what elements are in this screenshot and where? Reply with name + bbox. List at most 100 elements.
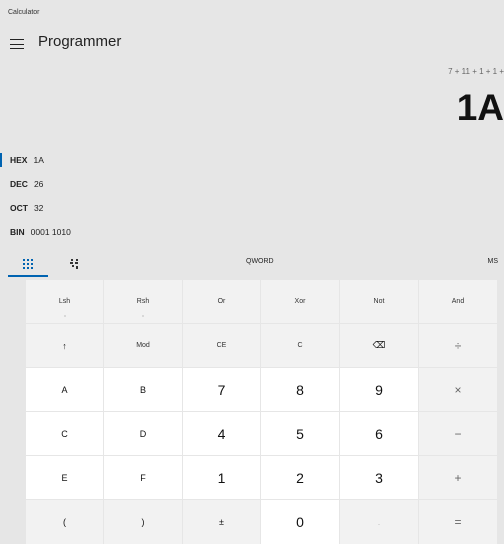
divide-icon: ÷ <box>454 338 462 353</box>
hex-e-button[interactable]: E <box>26 456 103 499</box>
key-label: ( <box>63 517 66 527</box>
key-label: . <box>377 517 381 527</box>
plus-minus-icon: ± <box>219 517 224 527</box>
subtract-button[interactable]: − <box>419 412 497 455</box>
mod-button[interactable]: Mod <box>104 324 182 367</box>
hex-d-button[interactable]: D <box>104 412 182 455</box>
word-size-button[interactable]: QWORD <box>246 258 274 265</box>
digit-8-button[interactable]: 8 <box>261 368 339 411</box>
radix-value: 32 <box>33 203 44 213</box>
rsh-button[interactable]: Rsh <box>104 280 182 323</box>
key-label: D <box>139 428 147 439</box>
key-label: 1 <box>217 469 226 486</box>
mode-title: Programmer <box>38 33 122 50</box>
xor-button[interactable]: Xor <box>261 280 339 323</box>
and-button[interactable]: And <box>419 280 497 323</box>
radix-label: OCT <box>10 203 28 213</box>
menu-icon[interactable] <box>10 38 24 50</box>
key-label: Rsh <box>136 298 150 305</box>
equals-icon: = <box>454 515 462 529</box>
radix-label: BIN <box>10 227 25 237</box>
active-tab-underline <box>8 275 48 277</box>
key-label: 9 <box>375 381 383 398</box>
key-label: B <box>139 384 146 395</box>
bit-toggle-tab[interactable] <box>65 252 85 276</box>
key-indicator <box>142 315 144 317</box>
negate-button[interactable]: ± <box>183 500 260 544</box>
key-label: 5 <box>296 425 304 442</box>
divide-button[interactable]: ÷ <box>419 324 497 367</box>
key-label: 4 <box>217 425 226 442</box>
bit-toggle-icon <box>70 259 78 269</box>
not-button[interactable]: Not <box>340 280 418 323</box>
hex-a-button[interactable]: A <box>26 368 103 411</box>
backspace-icon: ⌫ <box>372 340 386 350</box>
keypad: Lsh Rsh Or Xor Not And ↑ Mod CE C ⌫ ÷ A … <box>26 280 504 544</box>
key-label: And <box>451 298 465 305</box>
key-label: 3 <box>375 469 383 486</box>
radix-value: 0001 1010 <box>30 227 71 237</box>
key-label: E <box>61 472 68 483</box>
key-label: F <box>140 472 146 483</box>
key-label: 7 <box>217 381 226 398</box>
key-label: A <box>61 384 68 395</box>
key-label: C <box>297 342 303 349</box>
key-label: Or <box>217 298 226 305</box>
digit-6-button[interactable]: 6 <box>340 412 418 455</box>
open-paren-button[interactable]: ( <box>26 500 103 544</box>
digit-5-button[interactable]: 5 <box>261 412 339 455</box>
keypad-grid-icon <box>23 259 33 269</box>
clear-button[interactable]: C <box>261 324 339 367</box>
key-label: 0 <box>296 514 304 530</box>
radix-oct[interactable]: OCT 32 <box>0 198 200 218</box>
or-button[interactable]: Or <box>183 280 260 323</box>
key-label: Xor <box>294 298 306 305</box>
key-label: 8 <box>296 381 304 398</box>
close-paren-button[interactable]: ) <box>104 500 182 544</box>
key-label: CE <box>216 342 227 349</box>
digit-0-button[interactable]: 0 <box>261 500 339 544</box>
plus-icon: + <box>454 470 462 485</box>
key-label: C <box>61 428 68 439</box>
memory-store-button[interactable]: MS <box>488 258 499 265</box>
key-label: Mod <box>136 342 150 349</box>
digit-9-button[interactable]: 9 <box>340 368 418 411</box>
digit-1-button[interactable]: 1 <box>183 456 260 499</box>
radix-hex[interactable]: HEX 1A <box>0 150 200 170</box>
radix-label: DEC <box>10 179 28 189</box>
backspace-button[interactable]: ⌫ <box>340 324 418 367</box>
clear-entry-button[interactable]: CE <box>183 324 260 367</box>
window-title: Calculator <box>8 9 40 16</box>
shift-button[interactable]: ↑ <box>26 324 103 367</box>
multiply-button[interactable]: × <box>419 368 497 411</box>
digit-4-button[interactable]: 4 <box>183 412 260 455</box>
equals-button[interactable]: = <box>419 500 497 544</box>
hex-c-button[interactable]: C <box>26 412 103 455</box>
hex-f-button[interactable]: F <box>104 456 182 499</box>
digit-3-button[interactable]: 3 <box>340 456 418 499</box>
add-button[interactable]: + <box>419 456 497 499</box>
minus-icon: − <box>454 426 462 441</box>
expression-display: 7 + 11 + 1 + 1 + <box>448 67 504 76</box>
digit-7-button[interactable]: 7 <box>183 368 260 411</box>
key-label: 6 <box>375 425 383 442</box>
radix-value: 1A <box>33 155 44 165</box>
hex-b-button[interactable]: B <box>104 368 182 411</box>
radix-value: 26 <box>33 179 44 189</box>
key-label: Not <box>373 298 385 305</box>
digit-2-button[interactable]: 2 <box>261 456 339 499</box>
radix-bin[interactable]: BIN 0001 1010 <box>0 222 200 242</box>
radix-dec[interactable]: DEC 26 <box>0 174 200 194</box>
key-label: Lsh <box>58 298 71 305</box>
decimal-button: . <box>340 500 418 544</box>
shift-icon: ↑ <box>62 340 67 351</box>
multiply-icon: × <box>454 382 462 397</box>
radix-label: HEX <box>10 155 28 165</box>
active-indicator <box>0 153 2 167</box>
key-indicator <box>63 315 66 317</box>
full-keypad-tab[interactable] <box>8 252 48 277</box>
key-label: ) <box>141 517 145 527</box>
key-label: 2 <box>296 469 304 486</box>
lsh-button[interactable]: Lsh <box>26 280 103 323</box>
result-display: 1A <box>456 87 504 128</box>
